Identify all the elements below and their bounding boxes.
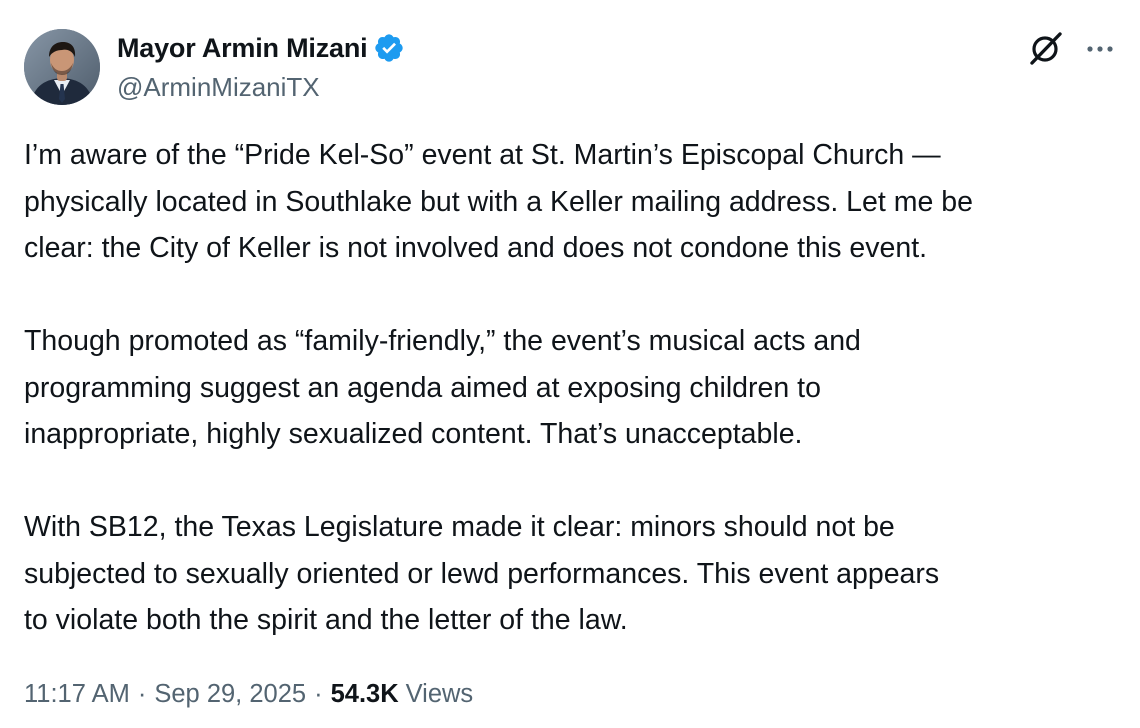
tweet-paragraph: With SB12, the Texas Legislature made it… bbox=[24, 511, 940, 636]
views-count[interactable]: 54.3K bbox=[331, 680, 399, 709]
meta-separator: · bbox=[314, 679, 323, 708]
views-label[interactable]: Views bbox=[406, 680, 474, 709]
verified-badge-icon[interactable] bbox=[373, 32, 405, 64]
more-options-icon[interactable] bbox=[1084, 33, 1116, 65]
tweet-card: Mayor Armin Mizani @ArminMizaniTX I’m aw… bbox=[0, 0, 1140, 728]
tweet-text: I’m aware of the “Pride Kel-So” event at… bbox=[24, 132, 1128, 644]
author-handle[interactable]: @ArminMizaniTX bbox=[117, 70, 320, 104]
avatar-photo bbox=[24, 29, 100, 105]
author-name-row: Mayor Armin Mizani bbox=[117, 30, 405, 66]
tweet-meta: 11:17 AM · Sep 29, 2025 · 54.3K Views bbox=[24, 674, 473, 714]
tweet-date[interactable]: Sep 29, 2025 bbox=[154, 680, 306, 709]
tweet-time[interactable]: 11:17 AM bbox=[24, 680, 130, 709]
grok-icon[interactable] bbox=[1026, 28, 1066, 68]
meta-separator: · bbox=[137, 679, 147, 708]
author-display-name[interactable]: Mayor Armin Mizani bbox=[117, 30, 368, 66]
avatar[interactable] bbox=[24, 29, 100, 105]
tweet-paragraph: I’m aware of the “Pride Kel-So” event at… bbox=[24, 139, 973, 264]
tweet-paragraph: Though promoted as “family-friendly,” th… bbox=[24, 325, 861, 450]
